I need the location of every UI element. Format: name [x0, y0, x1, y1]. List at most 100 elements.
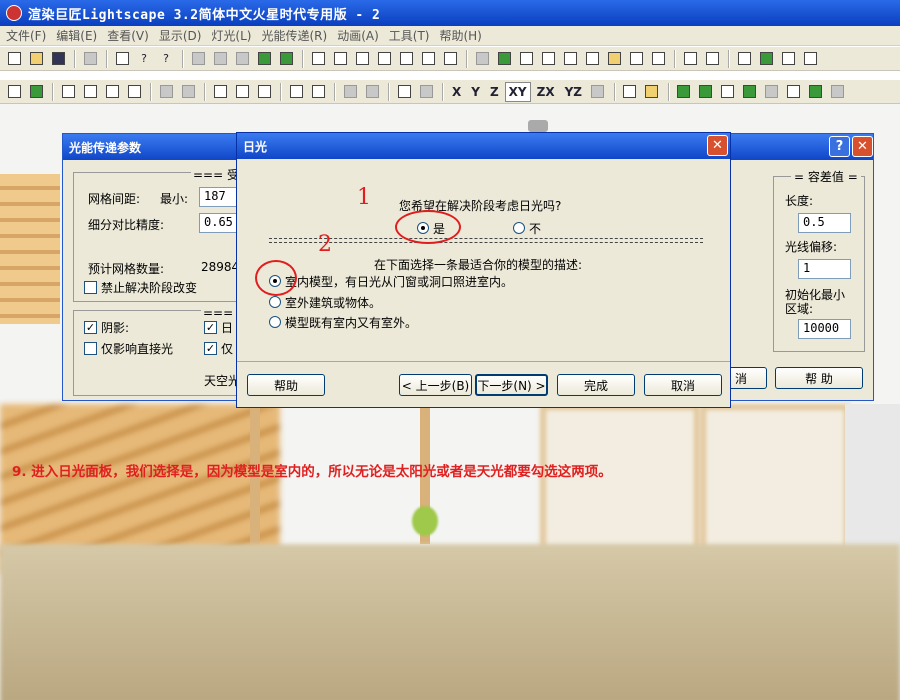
menu-radiosity[interactable]: 光能传递(R) [259, 27, 335, 44]
orbit-icon[interactable] [494, 49, 514, 69]
help-question-icon[interactable]: ? [134, 49, 154, 69]
cube-view-icon[interactable] [352, 49, 372, 69]
mixed-model-radio[interactable] [269, 316, 281, 328]
menu-help[interactable]: 帮助(H) [437, 27, 489, 44]
daylight-help-button[interactable]: 帮助 [247, 374, 325, 396]
axis-z-button[interactable]: Z [486, 82, 503, 102]
display-mode-icon[interactable] [696, 82, 716, 102]
filter-icon[interactable] [308, 82, 328, 102]
zoom-in-icon[interactable] [538, 49, 558, 69]
render-image-icon[interactable] [620, 82, 640, 102]
min-mesh-input[interactable]: 187 [199, 187, 239, 207]
move-icon[interactable] [394, 82, 414, 102]
axis-x-button[interactable]: X [448, 82, 465, 102]
shadow-checkbox[interactable]: ✓ [84, 321, 97, 334]
select-layer-icon[interactable] [254, 82, 274, 102]
render-mode-icon[interactable] [232, 49, 252, 69]
textured-cube-icon[interactable] [276, 49, 296, 69]
menu-animation[interactable]: 动画(A) [335, 27, 387, 44]
rotate-object-icon[interactable] [416, 82, 436, 102]
select-block-icon[interactable] [286, 82, 306, 102]
undo-icon[interactable] [80, 49, 100, 69]
print-icon[interactable] [112, 49, 132, 69]
next-button[interactable]: 下一步(N) > [475, 374, 548, 396]
menu-edit[interactable]: 编辑(E) [54, 27, 105, 44]
paste-icon[interactable] [178, 82, 198, 102]
radiosity-help-button[interactable]: 帮 助 [775, 367, 863, 389]
finish-button[interactable]: 完成 [557, 374, 635, 396]
open-folder-icon[interactable] [26, 49, 46, 69]
axis-xy-button[interactable]: XY [504, 81, 531, 102]
light-icon[interactable] [642, 82, 662, 102]
display-mode-icon[interactable] [828, 82, 848, 102]
select-surface-icon[interactable] [210, 82, 230, 102]
camera-icon[interactable] [702, 49, 722, 69]
save-icon[interactable] [48, 49, 68, 69]
close-icon[interactable]: ✕ [852, 136, 873, 157]
toolbar-main: ? ? [0, 47, 900, 71]
menu-tools[interactable]: 工具(T) [387, 27, 438, 44]
display-mode-icon[interactable] [806, 82, 826, 102]
menu-light[interactable]: 灯光(L) [209, 27, 259, 44]
context-help-icon[interactable]: ? [156, 49, 176, 69]
render-mode-icon[interactable] [188, 49, 208, 69]
direct-light-only-checkbox[interactable] [84, 342, 97, 355]
snap-icon[interactable] [340, 82, 360, 102]
display-mode-icon[interactable] [718, 82, 738, 102]
display-mode-icon[interactable] [784, 82, 804, 102]
ray-offset-input[interactable]: 1 [798, 259, 851, 279]
axis-y-button[interactable]: Y [467, 82, 484, 102]
cube-view-icon[interactable] [330, 49, 350, 69]
daylight-no-radio[interactable] [513, 222, 525, 234]
subdiv-contrast-input[interactable]: 0.65 [199, 213, 239, 233]
length-input[interactable]: 0.5 [798, 213, 851, 233]
disable-solve-checkbox[interactable] [84, 281, 97, 294]
alignment-icon[interactable] [588, 82, 608, 102]
axis-zx-button[interactable]: ZX [533, 82, 559, 102]
menu-display[interactable]: 显示(D) [157, 27, 210, 44]
tilt-icon[interactable] [604, 49, 624, 69]
deselect-icon[interactable] [124, 82, 144, 102]
cancel-button[interactable]: 取消 [644, 374, 722, 396]
walk-icon[interactable] [516, 49, 536, 69]
only-checkbox[interactable]: ✓ [204, 342, 217, 355]
cube-view-icon[interactable] [418, 49, 438, 69]
cube-view-icon[interactable] [440, 49, 460, 69]
select-arrow-icon[interactable] [4, 82, 24, 102]
help-question-icon[interactable]: ? [829, 136, 850, 157]
solid-cube-icon[interactable] [254, 49, 274, 69]
render-mode-icon[interactable] [210, 49, 230, 69]
select-window-icon[interactable] [58, 82, 78, 102]
menu-view[interactable]: 查看(V) [105, 27, 157, 44]
select-window-icon[interactable] [80, 82, 100, 102]
select-material-icon[interactable] [232, 82, 252, 102]
deselect-icon[interactable] [102, 82, 122, 102]
cube-view-icon[interactable] [308, 49, 328, 69]
exterior-model-radio[interactable] [269, 296, 281, 308]
snap-object-icon[interactable] [362, 82, 382, 102]
axis-yz-button[interactable]: YZ [561, 82, 586, 102]
tools-icon[interactable] [800, 49, 820, 69]
display-mode-icon[interactable] [740, 82, 760, 102]
pan-icon[interactable] [582, 49, 602, 69]
daylight-checkbox[interactable]: ✓ [204, 321, 217, 334]
select-tool-icon[interactable] [26, 82, 46, 102]
display-mode-icon[interactable] [762, 82, 782, 102]
init-min-area-input[interactable]: 10000 [798, 319, 851, 339]
menu-file[interactable]: 文件(F) [4, 27, 54, 44]
zoom-disabled-icon[interactable] [472, 49, 492, 69]
globe-icon[interactable] [756, 49, 776, 69]
cube-view-icon[interactable] [374, 49, 394, 69]
zoom-icon[interactable] [560, 49, 580, 69]
display-mode-icon[interactable] [674, 82, 694, 102]
refresh-icon[interactable] [648, 49, 668, 69]
rotate-icon[interactable] [626, 49, 646, 69]
close-icon[interactable]: ✕ [707, 135, 728, 156]
properties-icon[interactable] [778, 49, 798, 69]
cube-view-icon[interactable] [396, 49, 416, 69]
zoom-extents-icon[interactable] [680, 49, 700, 69]
back-button[interactable]: < 上一步(B) [399, 374, 472, 396]
layers-icon[interactable] [734, 49, 754, 69]
new-file-icon[interactable] [4, 49, 24, 69]
copy-icon[interactable] [156, 82, 176, 102]
